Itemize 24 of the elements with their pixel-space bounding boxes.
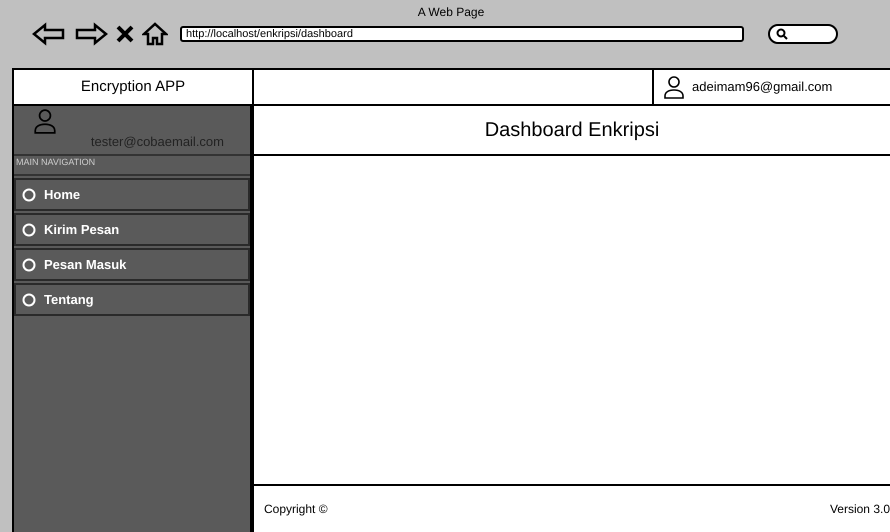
user-icon [662, 75, 686, 99]
close-icon[interactable] [116, 25, 134, 43]
copyright-text: Copyright © [264, 501, 328, 518]
nav-item[interactable]: Tentang [14, 283, 250, 316]
window-title: A Web Page [416, 4, 486, 21]
circle-icon [22, 188, 36, 202]
nav-item[interactable]: Kirim Pesan [14, 213, 250, 246]
page-title: Dashboard Enkripsi [254, 106, 890, 156]
user-email: adeimam96@gmail.com [692, 78, 832, 96]
circle-icon [22, 292, 36, 306]
nav-item[interactable]: Home [14, 178, 250, 211]
app-name: Encryption APP [14, 70, 254, 104]
sidebar-user-email: tester@cobaemail.com [90, 133, 225, 151]
search-icon [776, 28, 788, 40]
search-field[interactable] [768, 24, 838, 44]
nav-item[interactable]: Pesan Masuk [14, 248, 250, 281]
version-text: Version 3.0 [830, 501, 890, 518]
forward-icon[interactable] [74, 22, 108, 46]
circle-icon [22, 258, 36, 272]
address-field[interactable]: http://localhost/enkripsi/dashboard [180, 26, 744, 42]
section-label: MAIN NAVIGATION [14, 156, 250, 176]
back-icon[interactable] [32, 22, 66, 46]
circle-icon [22, 222, 36, 236]
home-icon[interactable] [142, 22, 168, 46]
